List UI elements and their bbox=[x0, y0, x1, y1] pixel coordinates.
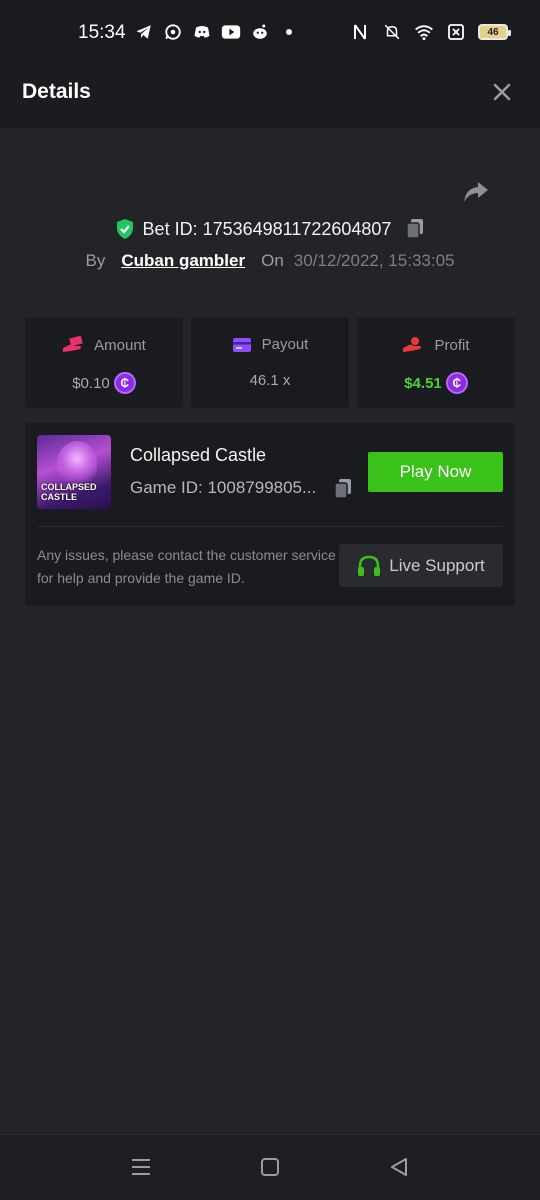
copy-bet-id-icon[interactable] bbox=[405, 218, 425, 240]
bell-muted-icon bbox=[382, 22, 402, 42]
back-icon bbox=[391, 1158, 407, 1176]
divider bbox=[37, 526, 503, 527]
support-hint: Any issues, please contact the customer … bbox=[37, 547, 336, 586]
payout-title: Payout bbox=[261, 336, 309, 353]
close-button[interactable] bbox=[490, 80, 514, 104]
system-icons: 46 bbox=[350, 22, 511, 42]
discord-icon bbox=[192, 22, 212, 42]
shield-check-icon bbox=[116, 219, 133, 239]
live-support-button[interactable]: Live Support bbox=[339, 544, 503, 587]
wifi-icon bbox=[414, 22, 434, 42]
amount-value: $0.10 bbox=[72, 374, 110, 392]
nfc-icon bbox=[350, 22, 370, 42]
home-button[interactable] bbox=[258, 1155, 282, 1179]
headset-icon bbox=[358, 555, 381, 576]
thumbnail-title: COLLAPSED CASTLE bbox=[41, 482, 97, 502]
reddit-icon bbox=[250, 22, 270, 42]
payout-value: 46.1 x bbox=[249, 372, 291, 389]
thumbnail-art bbox=[57, 441, 97, 485]
youtube-icon bbox=[221, 22, 241, 42]
game-id: Game ID: 1008799805... bbox=[130, 478, 317, 497]
money-hand-icon bbox=[63, 336, 83, 352]
battery-level: 46 bbox=[487, 26, 499, 38]
page-title: Details bbox=[22, 80, 91, 103]
coin-icon: ₵ bbox=[113, 372, 136, 394]
bet-id-row: Bet ID: 1753649811722604807 bbox=[0, 216, 540, 242]
status-time: 15:34 bbox=[78, 22, 126, 43]
notification-icons bbox=[134, 22, 299, 42]
dot-icon bbox=[279, 22, 299, 42]
battery-icon: 46 bbox=[478, 24, 511, 40]
whatsapp-icon bbox=[163, 22, 183, 42]
system-nav-bar bbox=[0, 1134, 540, 1200]
menu-icon bbox=[132, 1159, 150, 1175]
back-button[interactable] bbox=[387, 1155, 411, 1179]
sim-x-icon bbox=[446, 22, 466, 42]
details-header: Details bbox=[0, 56, 540, 128]
payout-card: Payout 46.1 x bbox=[191, 318, 349, 408]
game-card: COLLAPSED CASTLE Collapsed Castle Game I… bbox=[25, 423, 515, 605]
profit-card: Profit $4.51 ₵ bbox=[357, 318, 515, 408]
coin-icon: ₵ bbox=[445, 372, 468, 394]
share-icon bbox=[464, 182, 488, 202]
copy-game-id-icon[interactable] bbox=[333, 478, 353, 500]
play-now-button[interactable]: Play Now bbox=[368, 452, 503, 492]
amount-card: Amount $0.10 ₵ bbox=[25, 318, 183, 408]
game-thumbnail[interactable]: COLLAPSED CASTLE bbox=[37, 435, 111, 509]
by-label: By bbox=[85, 251, 106, 270]
profit-title: Profit bbox=[434, 336, 470, 354]
bet-meta-row: By Cuban gambler On 30/12/2022, 15:33:05 bbox=[0, 248, 540, 274]
recents-button[interactable] bbox=[129, 1155, 153, 1179]
bet-id: Bet ID: 1753649811722604807 bbox=[142, 218, 392, 239]
card-icon bbox=[232, 337, 251, 352]
game-name: Collapsed Castle bbox=[130, 445, 267, 465]
profit-hand-icon bbox=[403, 337, 422, 352]
profit-value: $4.51 bbox=[404, 374, 442, 392]
user-link[interactable]: Cuban gambler bbox=[121, 251, 245, 271]
status-bar: 15:34 46 bbox=[0, 0, 540, 56]
home-icon bbox=[261, 1158, 279, 1176]
live-support-label: Live Support bbox=[389, 555, 485, 575]
bet-date: 30/12/2022, 15:33:05 bbox=[293, 251, 455, 270]
close-icon bbox=[493, 83, 511, 101]
amount-title: Amount bbox=[94, 336, 146, 354]
share-button[interactable] bbox=[462, 178, 490, 206]
telegram-icon bbox=[134, 22, 154, 42]
on-label: On bbox=[261, 251, 284, 270]
